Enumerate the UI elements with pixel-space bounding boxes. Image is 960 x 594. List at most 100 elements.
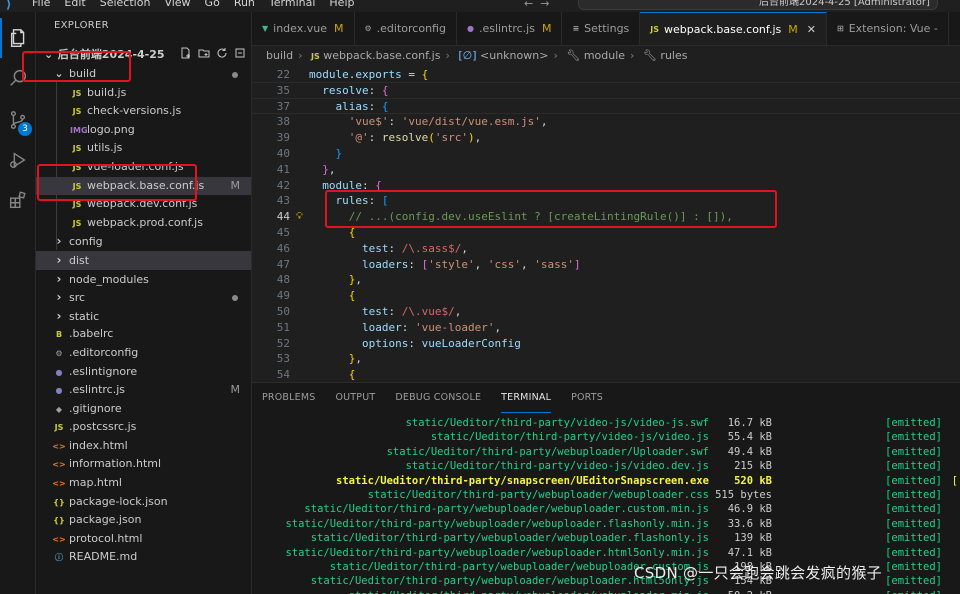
panel-tab-problems[interactable]: PROBLEMS bbox=[262, 383, 315, 413]
asset-status: [emitted] bbox=[885, 532, 942, 545]
editor-tab-label: index.vue bbox=[273, 22, 327, 35]
terminal-line: static/Ueditor/third-party/webuploader/U… bbox=[252, 445, 960, 459]
tree-item[interactable]: JS utils.js bbox=[36, 139, 251, 158]
editor-tab[interactable]: ▼ index.vue M bbox=[252, 12, 355, 45]
tree-item[interactable]: <> information.html bbox=[36, 455, 251, 474]
menu-run[interactable]: Run bbox=[234, 0, 255, 10]
refresh-icon[interactable] bbox=[215, 46, 228, 59]
menu-terminal[interactable]: Terminal bbox=[269, 0, 316, 10]
annotation-box-webpack-file bbox=[37, 164, 197, 201]
code-text: options: vueLoaderConfig bbox=[361, 336, 521, 350]
tree-item[interactable]: ⚙ .editorconfig bbox=[36, 344, 251, 363]
menu-view[interactable]: View bbox=[164, 0, 190, 10]
code-line: 53 }, bbox=[252, 351, 960, 367]
asset-size: 49.4 kB bbox=[727, 445, 772, 458]
asset-path: static/Ueditor/third-party/webuploader/w… bbox=[285, 517, 709, 530]
line-number: 53 bbox=[276, 352, 290, 366]
tree-item[interactable]: › static bbox=[36, 307, 251, 326]
new-folder-icon[interactable] bbox=[197, 46, 210, 59]
tree-item-label: .postcssrc.js bbox=[69, 420, 137, 434]
editor-tab[interactable]: ≡ Settings bbox=[562, 12, 641, 45]
tree-item[interactable]: JS .postcssrc.js bbox=[36, 418, 251, 437]
breadcrumb: build › JS webpack.base.conf.js › [∅] <unk… bbox=[252, 46, 960, 66]
extensions-icon[interactable] bbox=[0, 180, 36, 220]
breadcrumb-item-module[interactable]: module bbox=[584, 49, 625, 62]
tree-item-label: .eslintignore bbox=[69, 364, 138, 378]
run-debug-icon[interactable] bbox=[0, 140, 36, 180]
tree-item[interactable]: › config bbox=[36, 232, 251, 251]
code-line: 50 test: /\.vue$/, bbox=[252, 304, 960, 320]
tree-item-label: protocol.html bbox=[69, 531, 143, 545]
editor-tab[interactable]: ● .eslintrc.js M bbox=[457, 12, 563, 45]
tree-item[interactable]: JS webpack.prod.conf.js bbox=[36, 214, 251, 233]
tree-item[interactable]: <> protocol.html bbox=[36, 530, 251, 549]
terminal-line: static/Ueditor/third-party/video-js/vide… bbox=[252, 416, 960, 430]
asset-size: 50.2 kB bbox=[728, 589, 772, 594]
line-number: 40 bbox=[276, 146, 290, 160]
editor-tab[interactable]: JS webpack.base.conf.js M ✕ bbox=[640, 12, 827, 46]
breadcrumb-item-build[interactable]: build bbox=[266, 49, 293, 62]
code-line: 46 test: /\.sass$/, bbox=[252, 241, 960, 257]
source-control-icon[interactable]: 3 bbox=[0, 100, 36, 140]
lightbulb-icon[interactable]: 💡︎ bbox=[296, 209, 303, 225]
menu-edit[interactable]: Edit bbox=[64, 0, 85, 10]
line-number: 43 bbox=[276, 194, 290, 208]
tree-item[interactable]: › src bbox=[36, 288, 251, 307]
tree-item[interactable]: IMGlogo.png bbox=[36, 121, 251, 140]
line-number: 37 bbox=[276, 99, 290, 113]
asset-status: [emitted] bbox=[885, 575, 942, 588]
code-text: 'vue$': 'vue/dist/vue.esm.js', bbox=[348, 115, 548, 129]
terminal-line: static/Ueditor/third-party/webuploader/w… bbox=[252, 502, 960, 516]
collapse-all-icon[interactable] bbox=[233, 46, 246, 59]
terminal-line: static/Ueditor/third-party/webuploader/w… bbox=[252, 546, 960, 560]
close-icon[interactable]: ✕ bbox=[807, 13, 816, 46]
code-text: '@': resolve('src'), bbox=[348, 131, 482, 145]
tree-item[interactable]: ● .eslintrc.js M bbox=[36, 381, 251, 400]
tree-item[interactable]: JS build.js bbox=[36, 84, 251, 103]
tree-item[interactable]: › node_modules bbox=[36, 270, 251, 289]
menu-selection[interactable]: Selection bbox=[100, 0, 151, 10]
breadcrumb-item-rules[interactable]: rules bbox=[660, 49, 687, 62]
asset-path: static/Ueditor/third-party/webuploader/w… bbox=[304, 503, 709, 516]
breadcrumb-item-unknown[interactable]: <unknown> bbox=[480, 49, 548, 62]
panel-tab-terminal[interactable]: TERMINAL bbox=[501, 383, 552, 413]
code-line: 37 alias: { bbox=[252, 98, 960, 115]
menu-file[interactable]: File bbox=[32, 0, 50, 10]
tree-item[interactable]: <> map.html bbox=[36, 474, 251, 493]
code-text: test: /\.sass$/, bbox=[361, 241, 468, 255]
tree-item[interactable]: {} package.json bbox=[36, 511, 251, 530]
menu-go[interactable]: Go bbox=[205, 0, 220, 10]
tree-item-label: dist bbox=[69, 253, 90, 267]
title-bar: ⟩ File Edit Selection View Go Run Termin… bbox=[0, 0, 960, 12]
panel-tab-ports[interactable]: PORTS bbox=[571, 383, 603, 413]
tree-item[interactable]: ⓘ README.md bbox=[36, 548, 251, 567]
panel-tab-output[interactable]: OUTPUT bbox=[335, 383, 375, 413]
file-type-icon: JS bbox=[72, 218, 82, 228]
editor-tab[interactable]: ⊞ Extension: Vue - bbox=[827, 12, 949, 45]
tree-item[interactable]: {} package-lock.json bbox=[36, 493, 251, 512]
wrench-icon: 🔧︎ bbox=[642, 49, 657, 62]
tree-item[interactable]: JS check-versions.js bbox=[36, 102, 251, 121]
code-text: { bbox=[348, 368, 356, 382]
tree-item[interactable]: ◆ .gitignore bbox=[36, 400, 251, 419]
command-center-label: 后台前端2024-4-25 [Administrator] bbox=[759, 0, 930, 8]
asset-status: [emitted] bbox=[885, 503, 942, 516]
editor-tab[interactable]: ⚙ .editorconfig bbox=[355, 12, 457, 45]
asset-size: 520 kB bbox=[734, 474, 772, 487]
tree-item[interactable]: › dist bbox=[36, 250, 251, 270]
panel-tab-debug-console[interactable]: DEBUG CONSOLE bbox=[395, 383, 481, 413]
code-line: 47 loaders: ['style', 'css', 'sass'] bbox=[252, 257, 960, 273]
nav-arrows-icon[interactable]: ← → bbox=[524, 0, 549, 10]
tree-item[interactable]: <> index.html bbox=[36, 437, 251, 456]
command-center[interactable]: 后台前端2024-4-25 [Administrator] bbox=[578, 0, 938, 10]
tree-item[interactable]: ● .eslintignore bbox=[36, 363, 251, 382]
tree-item-label: .babelrc bbox=[69, 327, 114, 341]
file-tree: ⌄ build JS build.js JS check-versions.js IMGlo… bbox=[36, 65, 251, 567]
watermark: CSDN @一只会跑会跳会发疯的猴子 bbox=[634, 564, 882, 582]
annotation-box-build-folder bbox=[22, 51, 131, 82]
breadcrumb-item-file[interactable]: webpack.base.conf.js bbox=[323, 49, 440, 62]
file-type-icon: {} bbox=[53, 497, 65, 507]
tree-item[interactable]: B .babelrc bbox=[36, 325, 251, 344]
new-file-icon[interactable] bbox=[179, 46, 192, 59]
menu-help[interactable]: Help bbox=[329, 0, 354, 10]
